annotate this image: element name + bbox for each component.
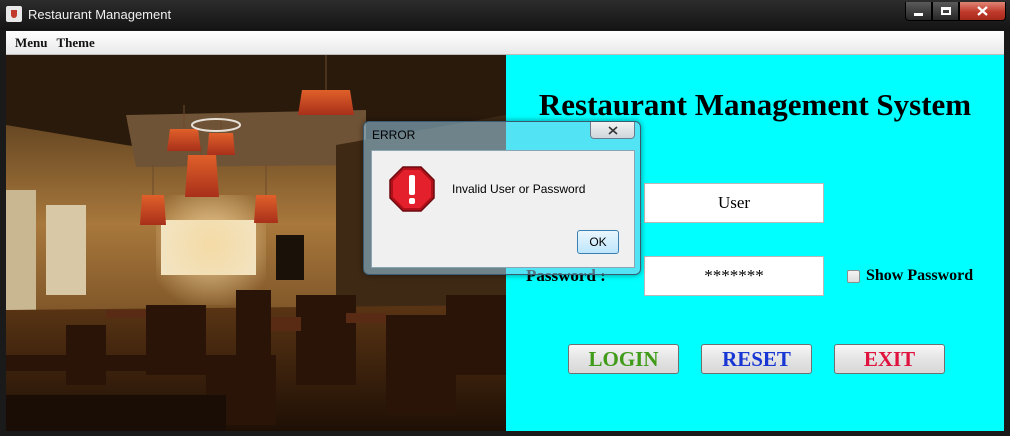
- maximize-icon: [940, 7, 951, 15]
- minimize-icon: [914, 12, 923, 16]
- close-button[interactable]: [959, 2, 1006, 21]
- menu-theme[interactable]: Theme: [57, 35, 95, 51]
- window-controls: [905, 2, 1006, 21]
- password-field[interactable]: *******: [644, 256, 824, 296]
- maximize-button[interactable]: [932, 2, 959, 21]
- reset-button[interactable]: RESET: [701, 344, 812, 374]
- dialog-body: Invalid User or Password OK: [371, 150, 635, 268]
- app-window: Restaurant Management Menu Theme Restaur…: [0, 0, 1010, 436]
- show-password-toggle[interactable]: Show Password: [847, 267, 973, 285]
- minimize-button[interactable]: [905, 2, 932, 21]
- dialog-title: ERROR: [372, 128, 416, 142]
- login-button[interactable]: LOGIN: [568, 344, 679, 374]
- java-cup-icon: [6, 6, 22, 22]
- error-stop-icon: [389, 166, 435, 212]
- title-bar[interactable]: Restaurant Management: [0, 0, 1010, 30]
- menu-menu[interactable]: Menu: [15, 35, 48, 51]
- error-dialog: ERROR Invalid User or Password OK: [363, 121, 641, 275]
- show-password-checkbox[interactable]: [847, 269, 860, 283]
- close-icon: [607, 125, 618, 135]
- system-title: Restaurant Management System: [538, 87, 972, 122]
- user-field[interactable]: User: [644, 183, 824, 223]
- dialog-message: Invalid User or Password: [452, 182, 586, 196]
- ok-button[interactable]: OK: [577, 230, 619, 254]
- show-password-label: Show Password: [866, 267, 974, 284]
- dialog-close-button[interactable]: [590, 122, 635, 139]
- exit-button[interactable]: EXIT: [834, 344, 945, 374]
- menu-bar: Menu Theme: [6, 31, 1004, 55]
- close-icon: [977, 6, 988, 16]
- window-title: Restaurant Management: [28, 7, 172, 22]
